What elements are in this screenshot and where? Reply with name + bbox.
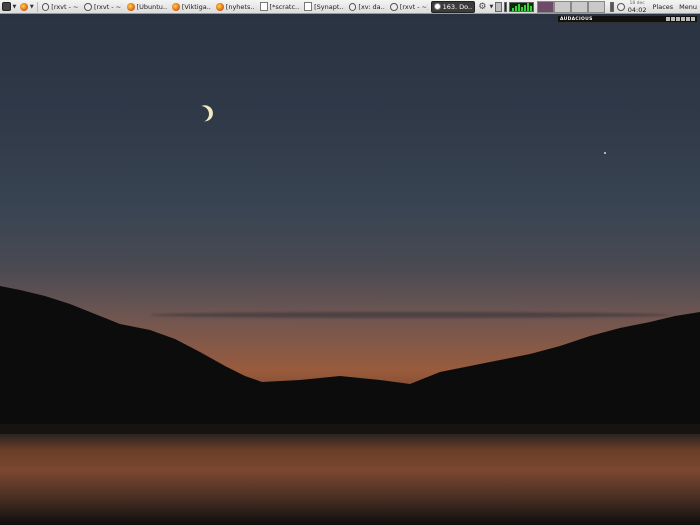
task-button[interactable]: [rxvt - ~] <box>40 1 82 13</box>
cpu-bar <box>512 7 514 11</box>
task-button[interactable]: [Ubuntu... <box>125 1 169 13</box>
task-button[interactable]: [nyhets... <box>214 1 257 13</box>
cpu-bar <box>527 2 529 11</box>
audacious-logo: AUDACIOUS <box>560 16 593 22</box>
lake-reflection <box>0 434 700 525</box>
volume-icon[interactable] <box>609 1 614 12</box>
task-label: [Viktiga... <box>181 2 212 11</box>
play-icon[interactable] <box>671 17 675 21</box>
task-button[interactable]: [xv: da... <box>347 1 387 13</box>
task-button-active[interactable]: 163. Do... <box>430 0 476 13</box>
meter-bar <box>504 1 507 12</box>
task-button[interactable]: [Viktiga... <box>170 1 213 13</box>
globe-icon <box>390 2 398 11</box>
cpu-bar <box>530 5 532 11</box>
pause-icon[interactable] <box>676 17 680 21</box>
task-button[interactable]: [Synapt... <box>302 1 345 13</box>
cpu-bar <box>515 5 517 11</box>
terminal-icon <box>2 2 12 11</box>
panel-separator <box>36 1 38 12</box>
workspace-4[interactable] <box>587 0 605 13</box>
firefox-icon <box>20 2 29 11</box>
task-label: [*scratc... <box>269 2 300 11</box>
globe-icon <box>84 2 92 11</box>
terminal-launcher[interactable] <box>2 2 12 12</box>
chevron-down-icon[interactable]: ▼ <box>12 4 16 10</box>
task-label: [Synapt... <box>314 2 344 11</box>
clock-time: 04:02 <box>627 5 647 14</box>
previous-icon[interactable] <box>666 17 670 21</box>
player-controls <box>666 17 695 21</box>
workspace-pager <box>536 0 605 13</box>
document-icon <box>259 2 268 11</box>
cpu-bar <box>521 6 523 11</box>
badge-icon <box>433 3 441 10</box>
desktop-wallpaper <box>0 14 700 525</box>
cpu-bar <box>524 4 526 11</box>
task-label: [xv: da... <box>358 2 386 11</box>
firefox-launcher[interactable] <box>19 2 29 12</box>
task-label: [Ubuntu... <box>136 2 168 11</box>
eject-icon[interactable] <box>691 17 695 21</box>
workspace-3[interactable] <box>570 0 588 13</box>
task-button[interactable]: [rxvt - ~] <box>388 1 430 13</box>
document-icon <box>304 2 313 11</box>
chevron-down-icon[interactable]: ▼ <box>489 4 493 10</box>
firefox-icon <box>216 2 224 11</box>
task-button[interactable]: [*scratc... <box>258 1 302 13</box>
task-label: [rxvt - ~] <box>399 2 428 11</box>
clock[interactable]: 18 dec 04:02 <box>628 1 647 13</box>
chevron-down-icon[interactable]: ▼ <box>30 4 34 10</box>
places-menu[interactable]: Places <box>652 3 673 11</box>
audacious-mini-player[interactable]: AUDACIOUS <box>557 15 698 23</box>
system-tray <box>609 1 625 12</box>
task-label: 163. Do... <box>442 2 473 11</box>
task-label: [rxvt - ~] <box>93 2 122 11</box>
globe-icon <box>41 2 50 11</box>
stop-icon[interactable] <box>681 17 685 21</box>
workspace-1[interactable] <box>536 0 554 13</box>
firefox-icon <box>172 2 180 11</box>
task-label: [rxvt - ~] <box>51 2 80 11</box>
cpu-bar <box>518 3 520 11</box>
network-icon[interactable] <box>616 2 625 11</box>
workspace-2[interactable] <box>553 0 571 13</box>
cpu-graph <box>509 1 534 12</box>
task-button[interactable]: [rxvt - ~] <box>82 1 124 13</box>
battery-icon <box>495 1 503 12</box>
next-icon[interactable] <box>686 17 690 21</box>
firefox-icon <box>126 2 135 11</box>
globe-icon <box>348 2 357 11</box>
main-menu[interactable]: Menu <box>679 3 697 11</box>
top-panel: ▼ ▼ [rxvt - ~] [rxvt - ~] [Ubuntu... [Vi… <box>0 0 700 14</box>
gear-icon[interactable]: ⚙ <box>478 2 486 12</box>
task-label: [nyhets... <box>225 2 255 11</box>
